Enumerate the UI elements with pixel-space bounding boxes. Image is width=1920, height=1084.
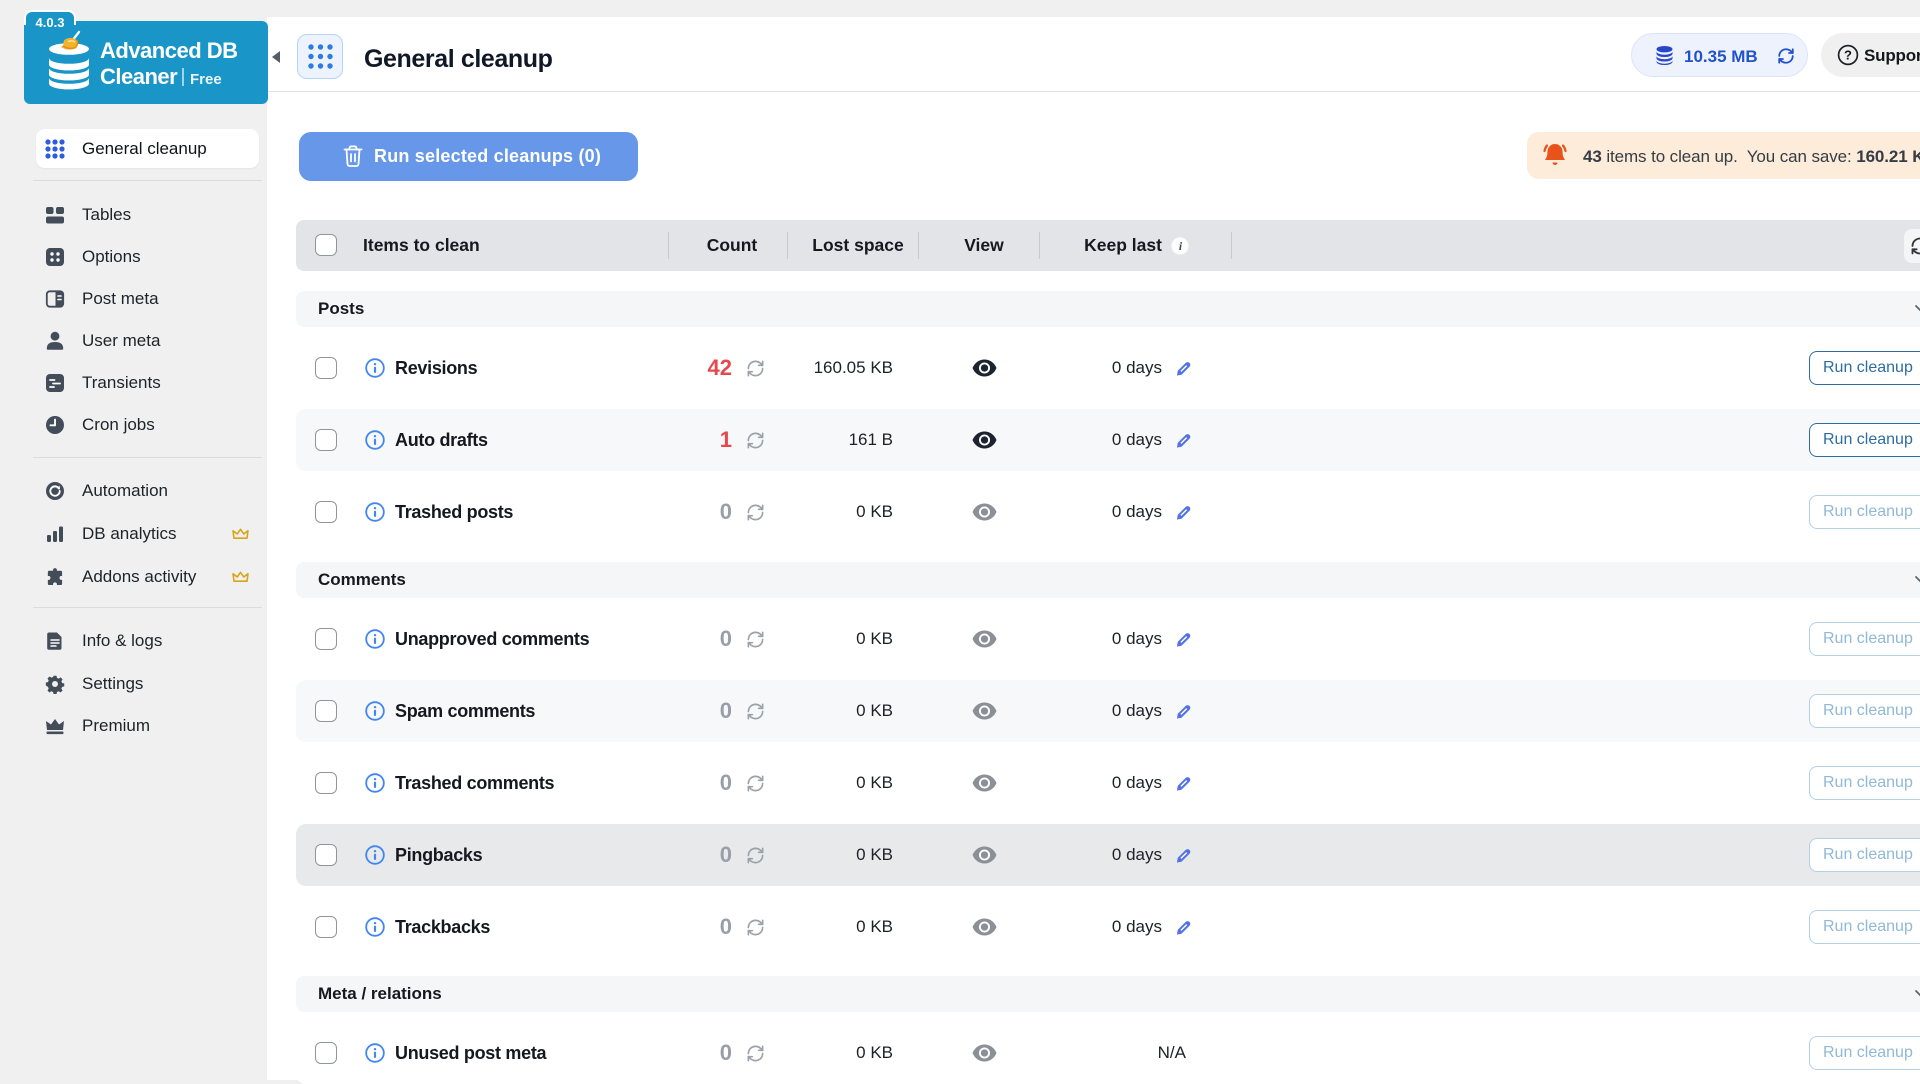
svg-text:?: ? [1844,48,1852,63]
